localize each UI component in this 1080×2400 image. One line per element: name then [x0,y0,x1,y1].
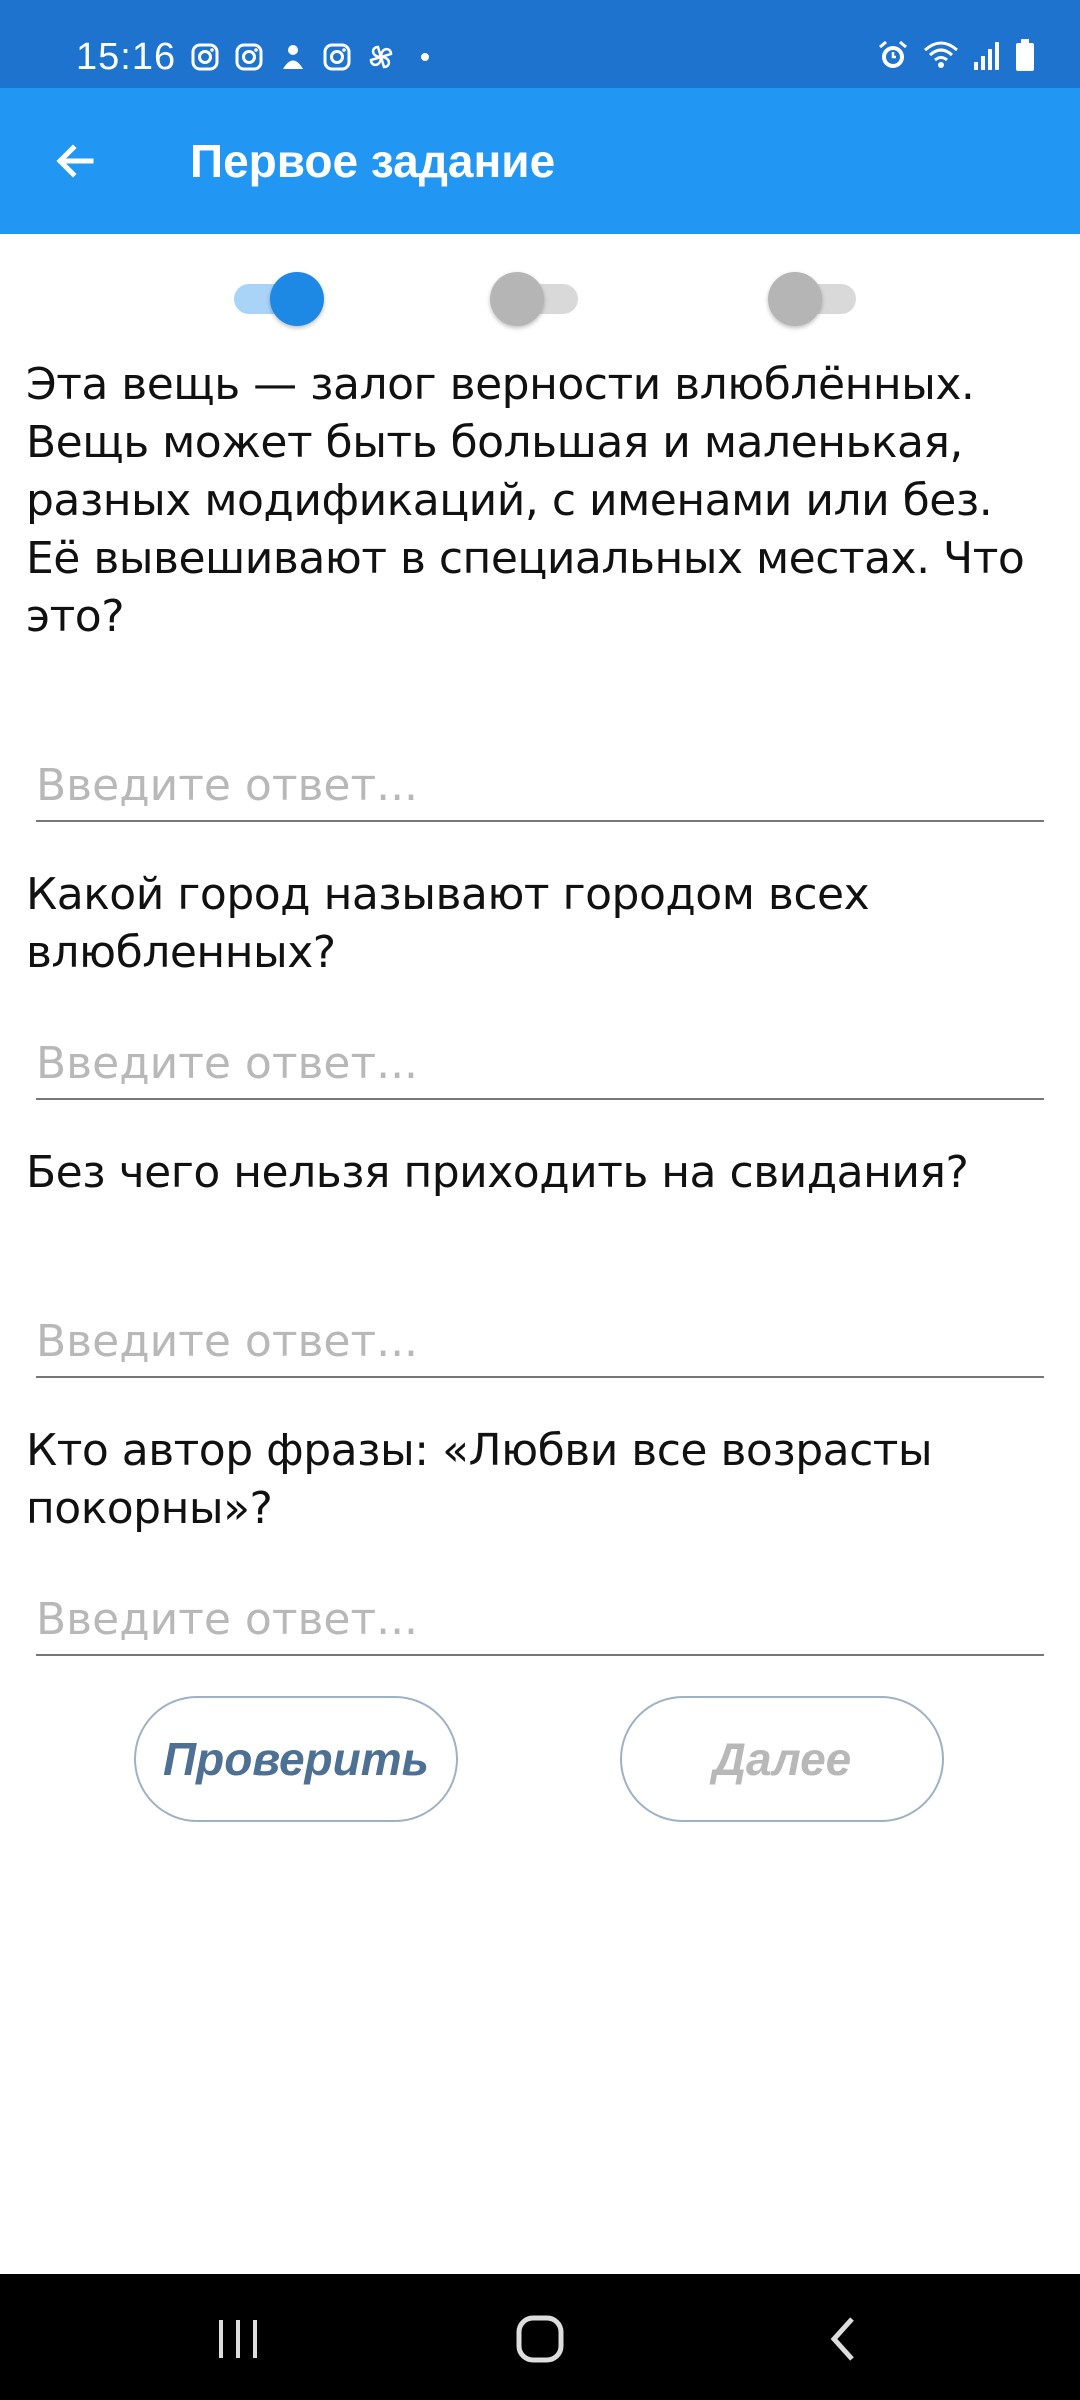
answer-input-2[interactable] [36,1028,1044,1100]
notification-icons [188,40,442,74]
question-text-4: Кто автор фразы: «Любви все возрасты пок… [26,1425,933,1534]
answer-input-1[interactable] [36,750,1044,822]
alarm-icon [876,38,910,76]
dot-icon [408,40,442,74]
answer-input-4[interactable] [36,1584,1044,1656]
instagram-icon [232,40,266,74]
status-bar: 15:16 [0,0,1080,88]
pinwheel-icon [364,40,398,74]
home-icon[interactable] [500,2304,580,2374]
progress-toggle-2[interactable] [490,272,586,326]
next-button[interactable]: Далее [620,1696,944,1822]
toggle-thumb [270,272,324,326]
answer-input-3[interactable] [36,1306,1044,1378]
question-text-3: Без чего нельзя приходить на свидания? [26,1147,969,1198]
back-arrow-icon[interactable] [40,126,110,196]
page-title: Первое задание [190,135,556,187]
wifi-icon [922,38,960,76]
battery-icon [1014,38,1036,76]
check-button[interactable]: Проверить [134,1696,458,1822]
back-icon[interactable] [804,2304,884,2374]
question-text-2: Какой город называют городом всех влюбле… [26,869,870,978]
progress-toggle-3[interactable] [768,272,864,326]
system-nav-bar [0,2274,1080,2400]
app-icon [276,40,310,74]
toggle-thumb [490,272,544,326]
app-bar: Первое задание [0,88,1080,234]
recents-icon[interactable] [198,2304,278,2374]
toggle-thumb [768,272,822,326]
system-icons [876,38,1036,76]
question-text-1: Эта вещь — залог верности влюблённых. Ве… [26,359,1025,642]
status-time: 15:16 [76,36,177,78]
instagram-icon [188,40,222,74]
progress-toggle-1[interactable] [226,272,324,326]
instagram-icon [320,40,354,74]
signal-icon [972,38,1002,76]
